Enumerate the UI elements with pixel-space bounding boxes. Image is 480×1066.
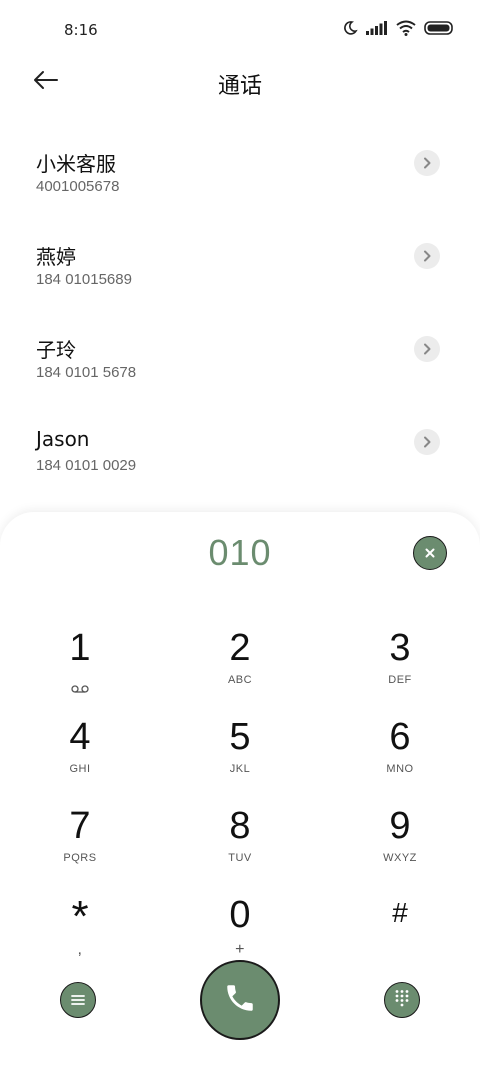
contact-name: 子玲 [36, 338, 76, 362]
clear-input-button[interactable] [413, 536, 447, 570]
contact-number: 4001005678 [36, 178, 120, 195]
chevron-right-icon [422, 433, 432, 452]
call-button[interactable] [200, 960, 280, 1040]
key-digit: 0 [229, 894, 251, 936]
key-digit: 1 [69, 627, 91, 669]
key-letters: WXYZ [383, 852, 417, 864]
status-time: 8:16 [64, 21, 98, 39]
menu-icon [71, 991, 85, 1010]
contact-name: Jason [36, 427, 90, 451]
key-letters: TUV [228, 852, 252, 864]
key-digit: * [71, 892, 89, 941]
chevron-right-icon [422, 340, 432, 359]
key-digit: 9 [389, 805, 411, 847]
contact-list: 小米客服 4001005678 燕婷 184 01015689 子玲 184 0… [0, 132, 480, 504]
key-letters: , [77, 941, 83, 958]
key-letters: DEF [388, 674, 412, 686]
key-digit: 3 [389, 627, 411, 669]
key-letters: + [235, 941, 245, 958]
key-digit: 2 [229, 627, 251, 669]
contact-detail-button[interactable] [414, 336, 440, 362]
voicemail-icon [71, 678, 89, 697]
keypad: 1 2 ABC 3 DEF 4 GHI 5 JKL 6 MNO 7 PQRS 8… [0, 622, 480, 978]
action-bar [0, 960, 480, 1044]
key-8[interactable]: 8 TUV [160, 800, 320, 889]
header: 通话 [0, 62, 480, 102]
key-4[interactable]: 4 GHI [0, 711, 160, 800]
chevron-right-icon [422, 247, 432, 266]
moon-icon [342, 20, 358, 36]
key-5[interactable]: 5 JKL [160, 711, 320, 800]
wifi-icon [396, 20, 416, 36]
key-2[interactable]: 2 ABC [160, 622, 320, 711]
phone-icon [223, 981, 257, 1019]
contact-number: 184 01015689 [36, 271, 132, 288]
contact-item[interactable]: 子玲 184 0101 5678 [0, 318, 480, 411]
key-3[interactable]: 3 DEF [320, 622, 480, 711]
key-digit: 7 [69, 805, 91, 847]
key-letters: GHI [69, 763, 91, 775]
signal-icon [366, 21, 388, 35]
close-icon [424, 544, 436, 563]
key-letters: MNO [386, 763, 414, 775]
page-title: 通话 [217, 74, 262, 99]
dialpad-toggle-button[interactable] [384, 982, 420, 1018]
contact-number: 184 0101 5678 [36, 364, 137, 381]
dialpad-grid-icon [394, 989, 410, 1011]
key-digit: # [392, 897, 408, 928]
contact-item[interactable]: 小米客服 4001005678 [0, 132, 480, 225]
contact-detail-button[interactable] [414, 243, 440, 269]
contact-name: 小米客服 [36, 152, 116, 176]
status-icons [342, 20, 454, 36]
key-9[interactable]: 9 WXYZ [320, 800, 480, 889]
key-digit: 6 [389, 716, 411, 758]
key-digit: 5 [229, 716, 251, 758]
status-bar: 8:16 [0, 0, 480, 62]
key-digit: 4 [69, 716, 91, 758]
key-letters: PQRS [63, 852, 97, 864]
key-6[interactable]: 6 MNO [320, 711, 480, 800]
key-letters: JKL [229, 763, 251, 775]
battery-icon [424, 21, 454, 35]
menu-button[interactable] [60, 982, 96, 1018]
key-digit: 8 [229, 805, 251, 847]
contact-detail-button[interactable] [414, 150, 440, 176]
chevron-right-icon [422, 154, 432, 173]
key-1[interactable]: 1 [0, 622, 160, 711]
contact-name: 燕婷 [36, 245, 76, 269]
key-letters: ABC [227, 674, 253, 686]
contact-number: 184 0101 0029 [36, 457, 137, 474]
contact-item[interactable]: Jason 184 0101 0029 [0, 411, 480, 504]
key-7[interactable]: 7 PQRS [0, 800, 160, 889]
dialpad-sheet: 010 1 2 ABC 3 DEF 4 GHI 5 JKL 6 MNO 7 PQ… [0, 512, 480, 1066]
contact-detail-button[interactable] [414, 429, 440, 455]
dialed-number[interactable]: 010 [0, 532, 480, 574]
contact-item[interactable]: 燕婷 184 01015689 [0, 225, 480, 318]
